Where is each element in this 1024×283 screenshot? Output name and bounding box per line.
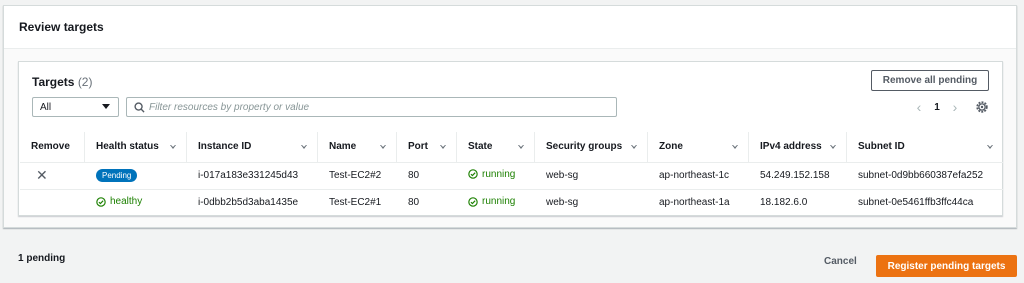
caret-down-icon [102, 104, 110, 109]
review-targets-panel: Review targets Targets (2) Remove all pe… [3, 5, 1017, 228]
check-circle-icon [96, 196, 106, 207]
pagination: ‹ 1 › [911, 98, 989, 116]
health-cell: healthy [85, 189, 187, 216]
targets-count: (2) [77, 75, 93, 89]
sort-icon [732, 144, 738, 149]
state-cell: running [457, 162, 535, 190]
instance-id-cell: i-0dbb2b5d3aba1435e [198, 197, 299, 209]
sort-icon [518, 144, 524, 149]
column-header-state[interactable]: State [457, 132, 535, 163]
security-groups-cell: web-sg [535, 162, 648, 190]
sort-icon [170, 144, 176, 149]
security-groups-cell: web-sg [546, 197, 579, 209]
subnet-cell: subnet-0e5461ffb3ffc44ca [858, 197, 974, 209]
targets-table: Remove Health status Instance ID Name Po… [20, 132, 1003, 216]
targets-title-label: Targets [32, 75, 75, 89]
health-status: healthy [96, 196, 142, 207]
column-header-port[interactable]: Port [397, 132, 457, 163]
status-badge: Pending [96, 169, 138, 182]
remove-cell [20, 189, 85, 216]
column-header-name[interactable]: Name [318, 132, 397, 163]
search-icon [134, 102, 145, 113]
targets-panel: Targets (2) Remove all pending All ‹ 1 › [18, 61, 1003, 216]
table-row: healthy i-0dbb2b5d3aba1435e Test-EC2#1 8… [20, 189, 1003, 216]
close-icon[interactable]: ✕ [31, 167, 48, 183]
state-label: running [482, 168, 516, 180]
review-title: Review targets [19, 20, 104, 34]
column-header-health-status[interactable]: Health status [85, 132, 187, 163]
cancel-button[interactable]: Cancel [824, 256, 857, 267]
gear-icon[interactable] [975, 100, 989, 114]
sort-icon [380, 144, 386, 149]
check-circle-icon [468, 196, 478, 207]
table-header-row: Remove Health status Instance ID Name Po… [20, 132, 1003, 163]
ipv4-cell: 54.249.152.158 [749, 162, 847, 190]
chevron-right-icon[interactable]: › [947, 99, 963, 115]
remove-all-pending-button[interactable]: Remove all pending [871, 70, 989, 91]
zone-cell: ap-northeast-1a [659, 197, 730, 209]
filter-input[interactable] [149, 98, 609, 116]
review-header: Review targets [4, 6, 1016, 49]
current-page[interactable]: 1 [927, 102, 947, 113]
check-circle-icon [468, 169, 478, 179]
name-cell: Test-EC2#1 [329, 197, 382, 209]
health-label: healthy [110, 196, 143, 207]
state-status: running [468, 169, 515, 180]
targets-title: Targets (2) [32, 75, 92, 89]
table-row: ✕ Pending i-017a183e331245d43 Test-EC2#2… [20, 162, 1003, 190]
sort-icon [440, 144, 446, 149]
column-header-instance-id[interactable]: Instance ID [187, 132, 318, 163]
sort-icon [301, 144, 307, 149]
sort-icon [830, 144, 836, 149]
pending-count: 1 pending [18, 253, 66, 264]
filter-input-wrapper [126, 97, 617, 117]
subnet-cell: subnet-0d9bb660387efa252 [847, 162, 1003, 190]
state-status: running [468, 196, 515, 207]
port-cell: 80 [408, 197, 420, 209]
port-cell: 80 [397, 162, 457, 190]
filter-select-value: All [40, 102, 52, 113]
column-header-remove: Remove [20, 132, 85, 163]
review-body: Targets (2) Remove all pending All ‹ 1 › [4, 49, 1016, 227]
name-cell: Test-EC2#2 [318, 162, 397, 190]
register-pending-targets-button[interactable]: Register pending targets [876, 255, 1017, 277]
filter-select[interactable]: All [32, 97, 119, 117]
column-header-subnet-id[interactable]: Subnet ID [847, 132, 1003, 163]
health-cell: Pending [85, 162, 187, 190]
sort-icon [987, 144, 993, 149]
column-header-zone[interactable]: Zone [648, 132, 749, 163]
state-label: running [482, 196, 516, 207]
state-cell: running [457, 189, 535, 216]
chevron-left-icon[interactable]: ‹ [911, 99, 927, 115]
remove-cell: ✕ [20, 162, 85, 190]
zone-cell: ap-northeast-1c [648, 162, 749, 190]
instance-id-cell: i-017a183e331245d43 [187, 162, 318, 190]
ipv4-cell: 18.182.6.0 [760, 197, 808, 209]
sort-icon [631, 144, 637, 149]
column-header-ipv4-address[interactable]: IPv4 address [749, 132, 847, 163]
column-header-security-groups[interactable]: Security groups [535, 132, 648, 163]
